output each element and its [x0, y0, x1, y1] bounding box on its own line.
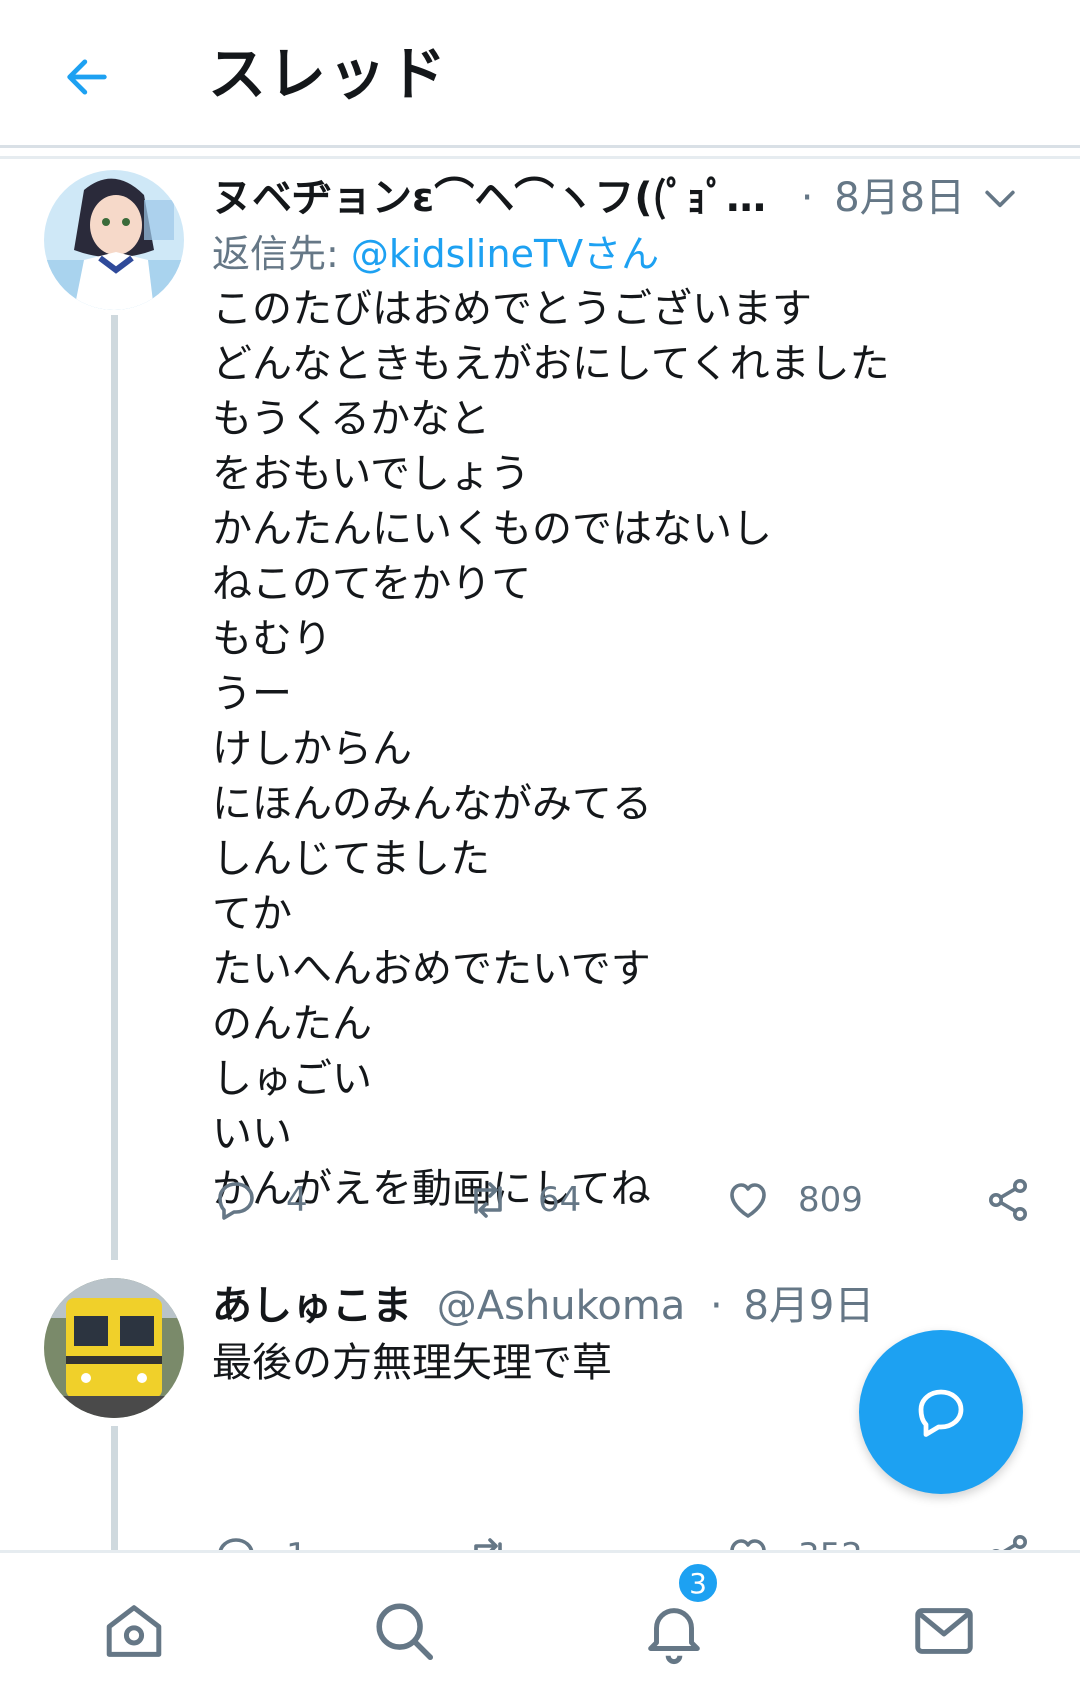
compose-reply-icon — [918, 1389, 964, 1437]
tweet-date[interactable]: 8月8日 — [834, 175, 965, 221]
separator-dot: · — [710, 1283, 723, 1329]
share-button[interactable] — [984, 1170, 1058, 1230]
tweet-text-line: もむり — [212, 616, 332, 662]
thread-connector — [111, 315, 118, 1260]
tweet-text-line: たいへんおめでたいです — [212, 946, 651, 992]
notification-badge: 3 — [676, 1561, 720, 1605]
retweet-button[interactable]: 64 — [464, 1170, 581, 1230]
tweet-text: 最後の方無理矢理で草 — [212, 1336, 612, 1391]
tweet-header: ヌベヂョンε⌒ヘ⌒ヽフ((ﾟｮﾟ… · 8月8日 — [212, 170, 1080, 226]
reply-icon — [218, 1182, 254, 1220]
tweet-text-line: どんなときもえがおにしてくれました — [212, 341, 890, 387]
search-icon — [376, 1603, 434, 1661]
replying-to-label: 返信先: — [212, 232, 351, 276]
nav-home[interactable] — [94, 1591, 174, 1671]
like-count: 352 — [798, 1536, 863, 1550]
retweet-icon — [474, 1182, 502, 1218]
tweet-header: あしゅこま @Ashukoma · 8月9日 — [212, 1278, 1080, 1334]
tweet-text-line: けしからん — [212, 726, 412, 772]
arrow-left-icon — [67, 59, 107, 95]
tweet-text-line: かんたんにいくものではないし — [212, 506, 772, 552]
heart-icon — [730, 1183, 766, 1218]
display-name[interactable]: ヌベヂョンε⌒ヘ⌒ヽフ((ﾟｮﾟ… — [212, 175, 766, 221]
display-name[interactable]: あしゅこま — [212, 1283, 412, 1329]
retweet-icon — [474, 1538, 502, 1550]
tweet-text-line: ねこのてをかりて — [212, 561, 532, 607]
retweet-button[interactable] — [464, 1526, 538, 1550]
thread-connector — [111, 1426, 118, 1550]
back-button[interactable] — [52, 42, 122, 112]
home-icon — [106, 1605, 162, 1657]
tweet-text-line: しんじてました — [212, 836, 490, 882]
user-handle[interactable]: @Ashukoma — [437, 1283, 686, 1329]
tweet-text-line: うー — [212, 671, 292, 717]
bottom-navigation: 3 — [0, 1550, 1080, 1701]
avatar[interactable] — [44, 170, 184, 310]
like-button[interactable]: 352 — [724, 1526, 863, 1550]
tweet-actions: 1 352 — [212, 1526, 1032, 1550]
avatar[interactable] — [44, 1278, 184, 1418]
tweet-text-line: をおもいでしょう — [212, 451, 530, 497]
tweet-actions: 4 64 809 — [212, 1170, 1032, 1230]
heart-icon — [730, 1539, 766, 1550]
like-count: 809 — [798, 1180, 863, 1220]
tweet-date[interactable]: 8月9日 — [743, 1283, 874, 1329]
page-title: スレッド — [208, 40, 449, 108]
replying-to: 返信先: @kidslineTVさん — [212, 226, 659, 282]
chevron-down-icon[interactable] — [978, 176, 1022, 220]
avatar-image — [44, 1278, 184, 1418]
tweet-text-line: にほんのみんながみてる — [212, 781, 652, 827]
reply-count: 4 — [286, 1180, 308, 1220]
tweet-text-line: てか — [212, 891, 292, 937]
tweet-text-line: しゅごい — [212, 1056, 372, 1102]
share-button[interactable] — [984, 1526, 1058, 1550]
separator-dot: · — [800, 175, 814, 221]
retweet-count: 64 — [538, 1180, 582, 1220]
tweet-text-line: のんたん — [212, 1001, 372, 1047]
header-divider — [0, 156, 1080, 159]
tweet-text-line: このたびはおめでとうございます — [212, 286, 812, 332]
tweet-text-line: いい — [212, 1111, 292, 1157]
like-button[interactable]: 809 — [724, 1170, 863, 1230]
top-app-bar: スレッド — [0, 0, 1080, 148]
tweet-text-line: 最後の方無理矢理で草 — [212, 1340, 612, 1386]
reply-mention-link[interactable]: @kidslineTVさん — [351, 232, 659, 276]
share-icon — [989, 1179, 1027, 1221]
compose-reply-button[interactable] — [859, 1330, 1023, 1494]
tweet-text: このたびはおめでとうございます どんなときもえがおにしてくれました もうくるかな… — [212, 282, 890, 1217]
nav-messages[interactable] — [904, 1591, 984, 1671]
avatar-image — [44, 170, 184, 310]
tweet-text-line: もうくるかなと — [212, 396, 490, 442]
reply-icon — [218, 1538, 254, 1550]
messages-icon — [915, 1608, 973, 1654]
nav-search[interactable] — [364, 1591, 444, 1671]
reply-button[interactable]: 4 — [212, 1170, 308, 1230]
notifications-icon — [648, 1608, 700, 1665]
tweet-main[interactable]: ヌベヂョンε⌒ヘ⌒ヽフ((ﾟｮﾟ… · 8月8日 返信先: @kidslineT… — [0, 170, 1080, 1260]
reply-button[interactable]: 1 — [212, 1526, 308, 1550]
share-icon — [992, 1535, 1027, 1550]
reply-count: 1 — [286, 1536, 308, 1550]
